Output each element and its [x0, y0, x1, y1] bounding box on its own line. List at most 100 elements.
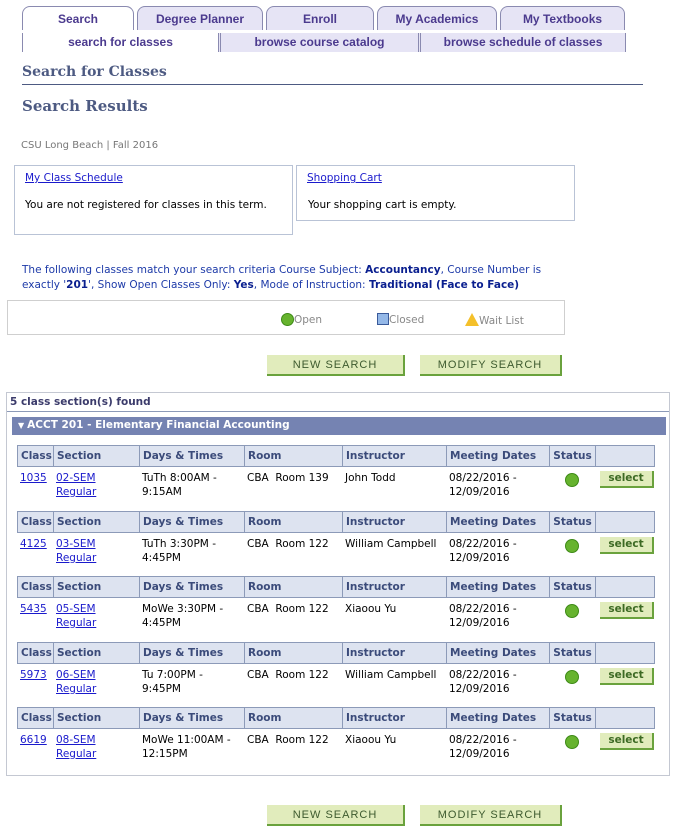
class-schedule-message: You are not registered for classes in th…: [25, 199, 267, 211]
session-link[interactable]: Regular: [56, 748, 96, 760]
class-number-link[interactable]: 4125: [20, 538, 47, 550]
header-section: Section: [54, 708, 140, 728]
header-instructor: Instructor: [343, 577, 447, 597]
class-section-table: Class Section Days & Times Room Instructor Me…: [17, 445, 655, 509]
select-button[interactable]: select: [600, 733, 654, 750]
header-action: [596, 446, 654, 466]
header-class: Class: [18, 577, 54, 597]
class-section-table: Class Section Days & Times Room Instructor Me…: [17, 510, 655, 575]
class-number-link[interactable]: 5435: [20, 603, 47, 615]
tab-degree-planner[interactable]: Degree Planner: [137, 6, 263, 30]
legend-open-label: Open: [294, 314, 323, 326]
course-group-header[interactable]: ▼ ACCT 201 - Elementary Financial Account…: [12, 417, 666, 435]
criteria-text: , Mode of Instruction:: [253, 279, 369, 291]
header-section: Section: [54, 446, 140, 466]
header-status: Status: [550, 446, 596, 466]
room: CBA Room 122: [247, 668, 329, 681]
header-room: Room: [245, 642, 343, 663]
section-table-header: Class Section Days & Times Room Instructor Me…: [17, 445, 655, 467]
new-search-button[interactable]: NEW SEARCH: [267, 355, 405, 376]
search-criteria: The following classes match your search …: [22, 263, 582, 293]
header-meeting-dates: Meeting Dates: [447, 511, 550, 532]
section-link[interactable]: 05-SEM: [56, 603, 96, 615]
meeting-dates: 08/22/2016 - 12/09/2016: [449, 472, 517, 498]
select-button[interactable]: select: [600, 602, 654, 619]
subtab-browse-course-catalog[interactable]: browse course catalog: [218, 33, 418, 52]
header-instructor: Instructor: [343, 708, 447, 728]
meeting-dates: 08/22/2016 - 12/09/2016: [449, 537, 517, 564]
class-number-link[interactable]: 1035: [20, 472, 47, 484]
room: CBA Room 122: [247, 537, 329, 550]
status-legend: Open Closed Wait List: [7, 300, 565, 335]
days-times: MoWe 3:30PM - 4:45PM: [142, 603, 224, 629]
subtab-browse-schedule[interactable]: browse schedule of classes: [418, 33, 626, 52]
wait-list-status-icon: [465, 313, 479, 326]
instructor: William Campbell: [345, 668, 437, 681]
header-status: Status: [550, 642, 596, 663]
section-link[interactable]: 06-SEM: [56, 669, 96, 681]
legend-wait-list: Wait List: [465, 313, 524, 327]
header-action: [596, 708, 654, 728]
select-button[interactable]: select: [600, 667, 654, 685]
collapse-triangle-icon[interactable]: ▼: [18, 421, 24, 430]
class-number-link[interactable]: 6619: [20, 734, 47, 746]
tab-enroll[interactable]: Enroll: [266, 6, 374, 30]
header-days-times: Days & Times: [140, 708, 245, 728]
open-status-icon: [565, 735, 579, 749]
legend-open: Open: [281, 313, 322, 326]
session-link[interactable]: Regular: [56, 552, 96, 564]
session-link[interactable]: Regular: [56, 617, 96, 629]
class-number-link[interactable]: 5973: [20, 669, 47, 681]
title-divider: [22, 84, 643, 85]
instructor: Xiaoou Yu: [345, 603, 397, 615]
days-times: MoWe 11:00AM - 12:15PM: [142, 734, 231, 760]
days-times: Tu 7:00PM - 9:45PM: [142, 668, 203, 695]
section-link[interactable]: 02-SEM: [56, 472, 96, 484]
header-room: Room: [245, 446, 343, 466]
shopping-cart-link[interactable]: Shopping Cart: [307, 172, 382, 184]
table-row: 4125 03-SEM Regular TuTh 3:30PM - 4:45PM …: [17, 533, 655, 575]
criteria-text: ', Show Open Classes Only:: [88, 279, 234, 291]
criteria-subject: Accountancy: [365, 264, 441, 276]
tab-my-textbooks[interactable]: My Textbooks: [500, 6, 625, 30]
criteria-text: The following classes match your search …: [22, 264, 366, 276]
session-link[interactable]: Regular: [56, 683, 96, 695]
section-link[interactable]: 03-SEM: [56, 538, 96, 550]
open-status-icon: [565, 473, 579, 487]
header-action: [596, 512, 654, 532]
room: CBA Room 139: [247, 472, 329, 484]
tab-search[interactable]: Search: [22, 6, 134, 30]
header-meeting-dates: Meeting Dates: [447, 577, 550, 597]
header-days-times: Days & Times: [140, 511, 245, 532]
days-times: TuTh 3:30PM - 4:45PM: [142, 537, 216, 564]
section-table-header: Class Section Days & Times Room Instructor Me…: [17, 576, 655, 598]
header-class: Class: [18, 446, 54, 466]
meeting-dates: 08/22/2016 - 12/09/2016: [449, 668, 517, 695]
criteria-open-only: Yes: [233, 279, 254, 291]
open-status-icon: [565, 669, 579, 684]
select-button[interactable]: select: [600, 471, 654, 488]
modify-search-button[interactable]: MODIFY SEARCH: [420, 355, 562, 376]
class-section-table: Class Section Days & Times Room Instructor Me…: [17, 641, 655, 706]
header-days-times: Days & Times: [140, 642, 245, 663]
legend-closed-label: Closed: [389, 314, 425, 326]
header-class: Class: [18, 642, 54, 663]
subtab-search-for-classes[interactable]: search for classes: [22, 33, 218, 52]
header-days-times: Days & Times: [140, 446, 245, 466]
tab-my-academics[interactable]: My Academics: [377, 6, 497, 30]
criteria-number: 201: [66, 279, 89, 291]
section-link[interactable]: 08-SEM: [56, 734, 96, 746]
modify-search-button-bottom[interactable]: MODIFY SEARCH: [420, 805, 562, 826]
instructor: Xiaoou Yu: [345, 734, 397, 746]
open-status-icon: [565, 538, 579, 553]
term-info: CSU Long Beach | Fall 2016: [21, 140, 159, 151]
session-link[interactable]: Regular: [56, 486, 96, 498]
my-class-schedule-link[interactable]: My Class Schedule: [25, 172, 123, 184]
select-button[interactable]: select: [600, 536, 654, 554]
header-meeting-dates: Meeting Dates: [447, 708, 550, 728]
header-room: Room: [245, 511, 343, 532]
new-search-button-bottom[interactable]: NEW SEARCH: [267, 805, 405, 826]
table-row: 6619 08-SEM Regular MoWe 11:00AM - 12:15P…: [17, 729, 655, 771]
header-room: Room: [245, 708, 343, 728]
course-title: ACCT 201 - Elementary Financial Accounti…: [27, 419, 290, 431]
